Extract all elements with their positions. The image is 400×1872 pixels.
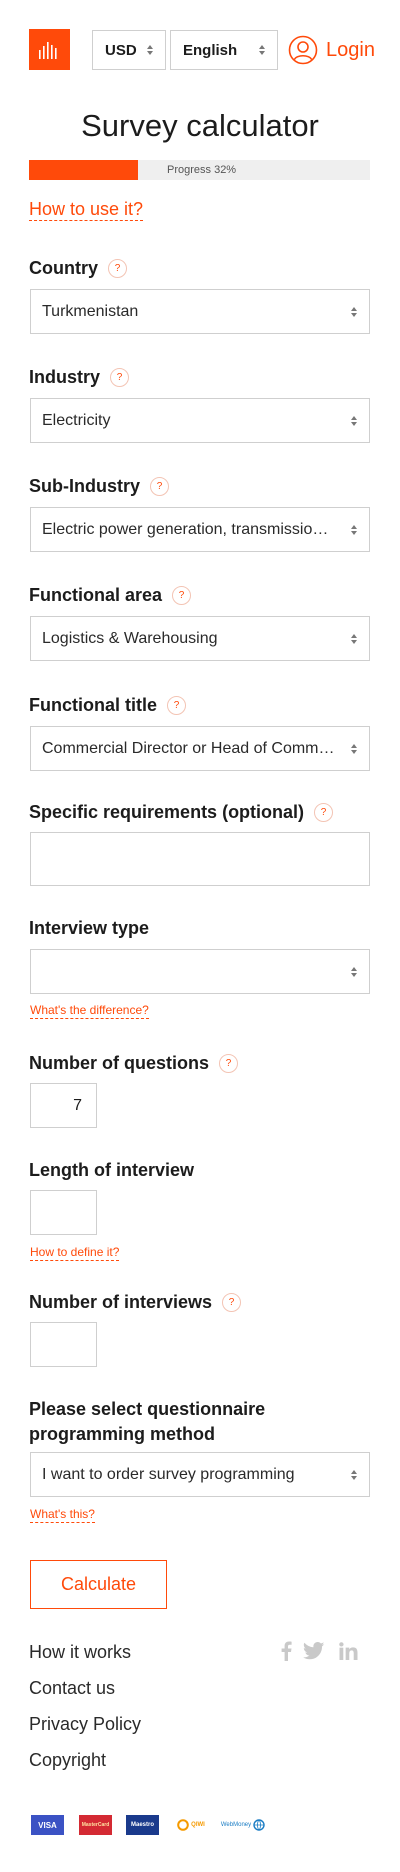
country-select[interactable]: Turkmenistan: [30, 289, 370, 334]
programming-method-value: I want to order survey programming: [42, 1465, 295, 1483]
sub-industry-select[interactable]: Electric power generation, transmission …: [30, 507, 370, 552]
whats-the-difference-link[interactable]: What's the difference?: [30, 1003, 149, 1019]
qiwi-icon: QIWI: [172, 1815, 210, 1835]
select-arrows-icon: [351, 633, 357, 644]
functional-area-value: Logistics & Warehousing: [42, 629, 218, 647]
interview-type-select[interactable]: [30, 949, 370, 994]
maestro-label: Maestro: [130, 1822, 154, 1828]
visa-icon: VISA: [31, 1815, 64, 1835]
mastercard-label: MasterCard: [81, 1822, 110, 1828]
visa-label: VISA: [38, 1820, 57, 1830]
length-of-interview-input[interactable]: [30, 1190, 97, 1235]
select-arrows-icon: [259, 45, 265, 55]
number-of-interviews-label: Number of interviews ?: [29, 1292, 242, 1313]
country-value: Turkmenistan: [42, 302, 139, 320]
language-value: English: [183, 41, 238, 59]
currency-select[interactable]: USD: [92, 30, 166, 70]
page-title: Survey calculator: [81, 108, 319, 143]
number-of-questions-label-text: Number of questions: [29, 1053, 210, 1073]
progress-fill: [29, 160, 139, 180]
functional-area-label: Functional area ?: [29, 585, 192, 606]
select-arrows-icon: [351, 1469, 357, 1480]
footer-link-copyright[interactable]: Copyright: [29, 1750, 106, 1771]
maestro-icon: Maestro: [126, 1815, 159, 1835]
footer-link-privacy-policy[interactable]: Privacy Policy: [29, 1714, 141, 1735]
select-arrows-icon: [351, 306, 357, 317]
country-label: Country ?: [29, 258, 127, 279]
specific-requirements-label: Specific requirements (optional) ?: [29, 802, 334, 823]
whats-this-link[interactable]: What's this?: [30, 1507, 95, 1523]
industry-label-text: Industry: [29, 367, 101, 387]
webmoney-icon: WebMoney: [218, 1815, 268, 1835]
language-select[interactable]: English: [170, 30, 278, 70]
number-of-questions-input[interactable]: 7: [30, 1083, 97, 1128]
webmoney-label: WebMoney: [220, 1822, 252, 1828]
progress-bar: Progress 32%: [29, 160, 370, 180]
qiwi-circle-icon: [177, 1819, 189, 1831]
select-arrows-icon: [351, 415, 357, 426]
functional-title-value: Commercial Director or Head of Commercia…: [42, 739, 337, 757]
help-icon[interactable]: ?: [219, 1054, 239, 1073]
help-icon[interactable]: ?: [314, 803, 334, 822]
calculate-button[interactable]: Calculate: [30, 1560, 167, 1609]
footer-link-contact-us[interactable]: Contact us: [29, 1678, 115, 1699]
number-of-interviews-input[interactable]: [30, 1322, 97, 1367]
sub-industry-label-text: Sub-Industry: [29, 476, 140, 496]
functional-title-select[interactable]: Commercial Director or Head of Commercia…: [30, 726, 370, 771]
help-icon[interactable]: ?: [172, 586, 192, 605]
industry-value: Electricity: [42, 411, 111, 429]
industry-select[interactable]: Electricity: [30, 398, 370, 443]
progress-label: Progress 32%: [167, 164, 237, 176]
twitter-icon[interactable]: [303, 1640, 325, 1662]
functional-area-label-text: Functional area: [29, 585, 163, 605]
sub-industry-label: Sub-Industry ?: [29, 476, 169, 497]
programming-method-label-line1: Please select questionnaire: [29, 1399, 266, 1419]
currency-value: USD: [105, 41, 137, 59]
help-icon[interactable]: ?: [167, 696, 186, 715]
select-arrows-icon: [351, 966, 357, 977]
footer-link-how-it-works[interactable]: How it works: [29, 1642, 131, 1663]
help-icon[interactable]: ?: [222, 1293, 242, 1312]
select-arrows-icon: [351, 743, 357, 754]
programming-method-label: Please select questionnaire programming …: [29, 1397, 265, 1447]
functional-area-select[interactable]: Logistics & Warehousing: [30, 616, 370, 661]
programming-method-select[interactable]: I want to order survey programming: [30, 1452, 370, 1497]
globe-icon: [253, 1819, 265, 1831]
how-to-use-link[interactable]: How to use it?: [29, 198, 144, 221]
sub-industry-value: Electric power generation, transmission …: [42, 520, 337, 538]
help-icon[interactable]: ?: [110, 368, 130, 387]
number-of-questions-label: Number of questions ?: [29, 1053, 239, 1074]
help-icon[interactable]: ?: [108, 259, 127, 278]
country-label-text: Country: [29, 258, 98, 278]
interview-type-label: Interview type: [29, 918, 149, 939]
linkedin-icon[interactable]: [339, 1640, 358, 1662]
functional-title-label-text: Functional title: [29, 695, 157, 715]
select-arrows-icon: [147, 45, 153, 55]
specific-requirements-label-text: Specific requirements (optional): [29, 802, 305, 822]
mastercard-icon: MasterCard: [79, 1815, 112, 1835]
industry-label: Industry ?: [29, 367, 130, 388]
help-icon[interactable]: ?: [150, 477, 169, 496]
length-of-interview-label: Length of interview: [29, 1160, 194, 1181]
length-of-interview-label-text: Length of interview: [29, 1160, 195, 1180]
how-to-define-link[interactable]: How to define it?: [30, 1245, 120, 1261]
logo-bars-icon: [39, 42, 57, 59]
login-label: Login: [326, 38, 375, 61]
logo[interactable]: [29, 29, 70, 70]
programming-method-label-line2: programming method: [29, 1424, 216, 1444]
number-of-interviews-label-text: Number of interviews: [29, 1292, 213, 1312]
select-arrows-icon: [351, 524, 357, 535]
user-icon: [288, 35, 318, 65]
functional-title-label: Functional title ?: [29, 695, 186, 716]
login-button[interactable]: Login: [288, 34, 375, 66]
facebook-icon[interactable]: [280, 1640, 292, 1662]
specific-requirements-textarea[interactable]: [30, 832, 370, 886]
interview-type-label-text: Interview type: [29, 918, 150, 938]
qiwi-label: QIWI: [191, 1822, 205, 1828]
